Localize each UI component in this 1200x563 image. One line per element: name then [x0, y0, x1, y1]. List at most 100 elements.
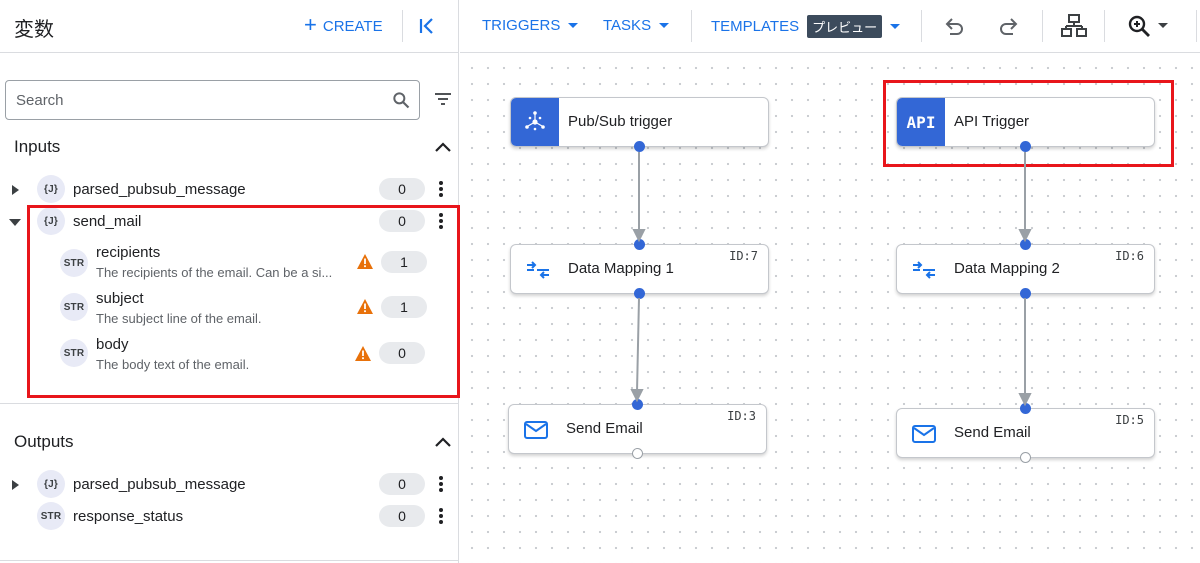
json-type-badge: {J} [37, 470, 65, 498]
input-variable-row[interactable]: {J} send_mail 0 [0, 207, 459, 237]
warning-icon [357, 254, 373, 269]
input-port[interactable] [634, 239, 645, 250]
variable-name: recipients [96, 244, 161, 261]
output-port[interactable] [1020, 288, 1031, 299]
input-port[interactable] [1020, 239, 1031, 250]
collapse-arrow-icon[interactable] [9, 216, 21, 228]
data-mapping-node[interactable]: Data Mapping 1 ID:7 [510, 239, 769, 299]
trigger-icon-block: API [897, 98, 945, 146]
pubsub-icon [525, 111, 545, 131]
nested-variable-row[interactable]: STR body The body text of the email. 0 [0, 336, 459, 376]
variable-name: subject [96, 290, 144, 307]
api-trigger-node[interactable]: API API Trigger [896, 97, 1155, 152]
output-variable-row[interactable]: STR response_status 0 [0, 502, 459, 532]
more-options-icon[interactable] [438, 179, 444, 199]
bottom-divider [0, 560, 459, 561]
input-port[interactable] [1020, 403, 1031, 414]
node-id: ID:6 [1115, 249, 1144, 263]
output-port[interactable] [634, 141, 645, 152]
zoom-dropdown-caret-icon[interactable] [1158, 23, 1168, 28]
node-title: Send Email [566, 420, 643, 437]
send-email-node[interactable]: Send Email ID:3 [508, 399, 767, 459]
variable-name: parsed_pubsub_message [73, 476, 246, 493]
filter-sort-icon[interactable] [434, 91, 452, 107]
more-options-icon[interactable] [438, 506, 444, 526]
pubsub-trigger-node[interactable]: Pub/Sub trigger [510, 97, 769, 152]
create-variable-button[interactable]: + CREATE [304, 12, 383, 40]
node-title: Data Mapping 1 [568, 260, 674, 277]
warning-icon [355, 346, 371, 361]
output-port[interactable] [632, 448, 643, 459]
usage-count: 0 [379, 210, 425, 232]
chevron-up-icon[interactable] [434, 436, 452, 448]
more-options-icon[interactable] [438, 474, 444, 494]
toolbar-divider [691, 10, 692, 42]
redo-icon[interactable] [996, 13, 1022, 39]
tasks-menu-button[interactable]: TASKS [603, 17, 670, 34]
send-email-node[interactable]: Send Email ID:5 [896, 403, 1155, 463]
node-id: ID:3 [727, 409, 756, 423]
usage-count: 0 [379, 473, 425, 495]
string-type-badge: STR [60, 249, 88, 277]
usage-count: 0 [379, 505, 425, 527]
expand-arrow-icon[interactable] [9, 184, 21, 196]
templates-menu-button[interactable]: TEMPLATES プレビュー [711, 15, 901, 38]
toolbar-divider [921, 10, 922, 42]
preview-badge: プレビュー [807, 15, 883, 38]
api-icon: API [906, 112, 936, 132]
collapse-panel-icon[interactable] [415, 14, 439, 38]
triggers-label: TRIGGERS [482, 17, 561, 34]
node-id: ID:7 [729, 249, 758, 263]
variable-description: The body text of the email. [96, 357, 250, 372]
data-mapping-node[interactable]: Data Mapping 2 ID:6 [896, 239, 1155, 299]
nested-variable-row[interactable]: STR subject The subject line of the emai… [0, 290, 459, 330]
dropdown-caret-icon [890, 24, 901, 29]
create-label: CREATE [322, 17, 383, 35]
output-port[interactable] [634, 288, 645, 299]
trigger-icon-block [511, 98, 559, 146]
section-divider [0, 403, 459, 404]
output-variable-row[interactable]: {J} parsed_pubsub_message 0 [0, 470, 459, 500]
usage-count: 0 [379, 178, 425, 200]
toolbar-divider [1042, 10, 1043, 42]
usage-count: 1 [381, 296, 427, 318]
json-type-badge: {J} [37, 175, 65, 203]
input-port[interactable] [632, 399, 643, 410]
triggers-menu-button[interactable]: TRIGGERS [482, 17, 579, 34]
input-variable-row[interactable]: {J} parsed_pubsub_message 0 [0, 175, 459, 205]
nested-variable-row[interactable]: STR recipients The recipients of the ema… [0, 244, 459, 284]
output-port[interactable] [1020, 452, 1031, 463]
zoom-icon[interactable] [1126, 13, 1152, 39]
chevron-up-icon[interactable] [434, 141, 452, 153]
output-port[interactable] [1020, 141, 1031, 152]
search-input[interactable] [16, 89, 376, 111]
variable-description: The recipients of the email. Can be a si… [96, 265, 333, 280]
expand-arrow-icon[interactable] [9, 479, 21, 491]
more-options-icon[interactable] [438, 211, 444, 231]
string-type-badge: STR [37, 502, 65, 530]
variable-name: send_mail [73, 213, 142, 230]
undo-icon[interactable] [941, 13, 967, 39]
integration-canvas[interactable]: Pub/Sub trigger API API Trigger Data Map… [460, 54, 1200, 563]
node-title: Pub/Sub trigger [568, 113, 673, 130]
plus-icon: + [304, 12, 317, 37]
tasks-label: TASKS [603, 17, 652, 34]
mail-icon [912, 425, 936, 443]
node-title: API Trigger [954, 113, 1030, 130]
auto-layout-icon[interactable] [1061, 13, 1087, 39]
variables-panel: 変数 + CREATE Inputs {J} parsed_pubsub_mes… [0, 0, 460, 563]
node-id: ID:5 [1115, 413, 1144, 427]
header-divider [402, 10, 403, 42]
search-icon[interactable] [391, 90, 411, 110]
variable-name: response_status [73, 508, 184, 525]
variable-name: body [96, 336, 129, 353]
mail-icon [524, 421, 548, 439]
dropdown-caret-icon [659, 23, 670, 28]
variable-description: The subject line of the email. [96, 311, 262, 326]
node-title: Send Email [954, 424, 1031, 441]
dropdown-caret-icon [568, 23, 579, 28]
usage-count: 0 [379, 342, 425, 364]
data-mapping-icon [913, 261, 935, 279]
variables-panel-header: 変数 + CREATE [0, 0, 459, 53]
editor-toolbar: TRIGGERS TASKS TEMPLATES プレビュー [460, 0, 1200, 53]
